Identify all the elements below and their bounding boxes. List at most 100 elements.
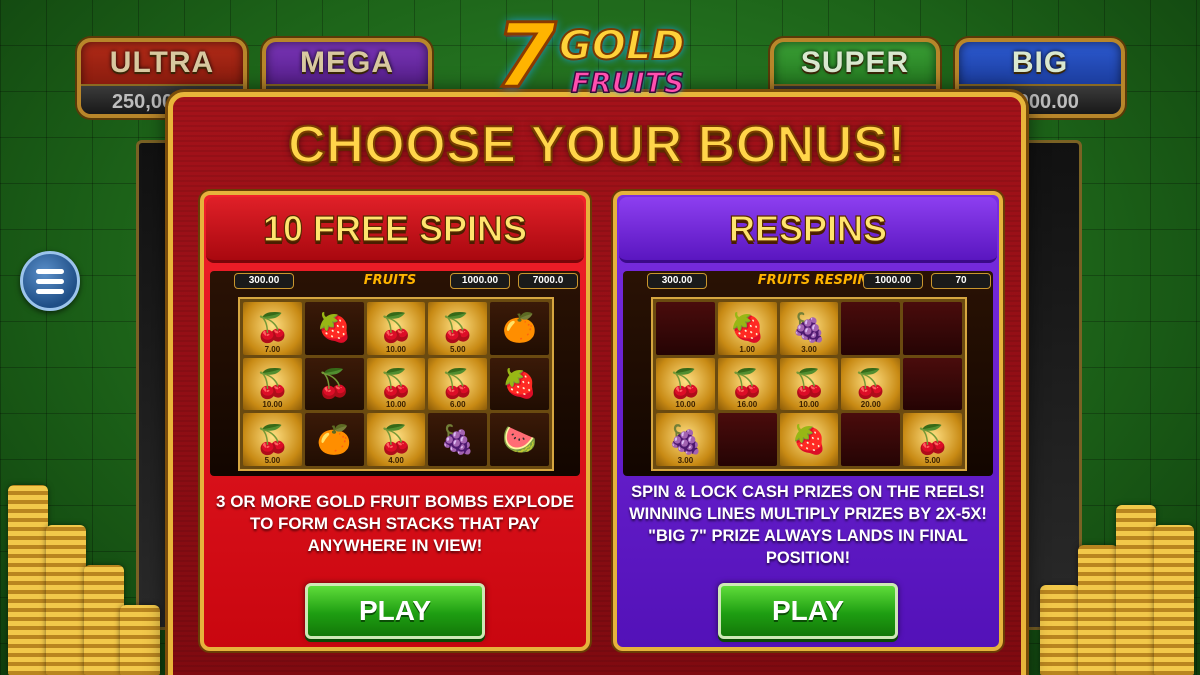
cell-prize-value: 6.00 xyxy=(450,400,466,410)
free-spins-preview-image: 300.00 FRUITS 1000.00 7000.0 🍒 7.00 🍓 🍒 10.0… xyxy=(210,271,580,476)
jackpot-super-title: SUPER xyxy=(800,46,910,79)
reel-cell: 🍒 20.00 xyxy=(841,357,901,411)
respins-panel[interactable]: RESPINS 300.00 FRUITS RESPIN 1000.00 70 … xyxy=(613,191,1003,651)
cell-prize-value: 4.00 xyxy=(388,456,404,465)
preview-jackpot: 300.00 xyxy=(647,273,707,289)
fruit-symbol-icon: 🍒 xyxy=(440,367,476,399)
coin-stack xyxy=(8,485,48,675)
jackpot-ultra-title: ULTRA xyxy=(109,46,215,79)
cell-prize-value: 5.00 xyxy=(924,456,941,465)
cell-prize-value: 10.00 xyxy=(385,400,406,410)
hamburger-menu-icon xyxy=(36,288,64,294)
fruit-symbol-icon: 🍓 xyxy=(316,312,352,344)
reel-cell: 🍒 10.00 xyxy=(366,357,426,411)
cell-prize-value: 10.00 xyxy=(262,400,283,410)
respins-description: SPIN & LOCK CASH PRIZES ON THE REELS! WI… xyxy=(629,483,987,567)
preview-jackpot: 1000.00 xyxy=(863,273,923,289)
reel-cell xyxy=(841,413,901,466)
reel-cell: 🍒 5.00 xyxy=(903,413,962,466)
logo-seven: 7 xyxy=(493,4,557,107)
coin-stack xyxy=(1154,525,1194,675)
preview-jackpot: 70 xyxy=(931,273,991,289)
coin-stack xyxy=(1078,545,1118,675)
free-spins-reel-grid: 🍒 7.00 🍓 🍒 10.00 🍒 5.00 🍊 🍒 10.00 🍒 🍒 10.00 🍒 6.00 🍓 🍒 5.… xyxy=(238,297,554,471)
coin-stack xyxy=(1040,585,1080,675)
modal-title: CHOOSE YOUR BONUS! xyxy=(287,115,906,175)
preview-jackpot-row: 300.00 FRUITS RESPIN 1000.00 70 xyxy=(623,271,993,291)
fruit-symbol-icon: 🍒 xyxy=(254,423,290,455)
fruit-symbol-icon: 🍒 xyxy=(729,367,765,399)
coin-pile-right xyxy=(1030,475,1200,675)
fruit-symbol-icon: 🍒 xyxy=(853,367,889,399)
reel-cell: 🍒 10.00 xyxy=(366,302,426,355)
fruit-symbol-icon: 🍓 xyxy=(791,423,827,455)
preview-jackpot: 1000.00 xyxy=(450,273,510,289)
reel-cell: 🍒 4.00 xyxy=(366,413,426,466)
fruit-symbol-icon: 🍒 xyxy=(378,423,414,455)
cell-prize-value: 1.00 xyxy=(739,344,755,354)
fruit-symbol-icon: 🍓 xyxy=(502,367,538,399)
jackpot-mega-title: MEGA xyxy=(300,46,394,79)
cell-prize-value: 3.00 xyxy=(677,456,694,465)
reel-cell xyxy=(903,302,962,355)
fruit-symbol-icon: 🍇 xyxy=(667,423,703,455)
free-spins-panel[interactable]: 10 FREE SPINS 300.00 FRUITS 1000.00 7000… xyxy=(200,191,590,651)
reel-cell: 🍊 xyxy=(490,302,549,355)
reel-cell: 🍒 5.00 xyxy=(428,302,488,355)
fruit-symbol-icon: 🍉 xyxy=(502,423,538,455)
reel-cell: 🍊 xyxy=(304,413,364,466)
preview-jackpot-row: 300.00 FRUITS 1000.00 7000.0 xyxy=(210,271,580,291)
fruit-symbol-icon: 🍒 xyxy=(791,367,827,399)
reel-cell xyxy=(903,357,962,411)
respins-header: RESPINS xyxy=(619,197,997,263)
coin-stack xyxy=(1116,505,1156,675)
cell-prize-value: 10.00 xyxy=(385,344,406,354)
coin-stack xyxy=(46,525,86,675)
coin-stack xyxy=(120,605,160,675)
cell-prize-value: 10.00 xyxy=(798,400,819,410)
fruit-symbol-icon: 🍊 xyxy=(316,423,352,455)
reel-cell: 🍒 6.00 xyxy=(428,357,488,411)
reel-cell: 🍇 xyxy=(428,413,488,466)
reel-cell: 🍒 5.00 xyxy=(243,413,302,466)
hamburger-menu-icon xyxy=(36,268,64,274)
cell-prize-value: 3.00 xyxy=(801,344,817,354)
coin-stack xyxy=(84,565,124,675)
fruit-symbol-icon: 🍒 xyxy=(254,367,290,399)
preview-jackpot: 300.00 xyxy=(234,273,294,289)
reel-cell: 🍒 xyxy=(304,357,364,411)
reel-cell: 🍒 10.00 xyxy=(656,357,715,411)
fruit-symbol-icon: 🍒 xyxy=(254,312,290,344)
menu-button[interactable] xyxy=(20,251,80,311)
fruit-symbol-icon: 🍒 xyxy=(915,423,951,455)
free-spins-description: 3 OR MORE GOLD FRUIT BOMBS EXPLODE TO FO… xyxy=(216,492,574,555)
fruit-symbol-icon: 🍇 xyxy=(440,423,476,455)
reel-cell: 🍓 xyxy=(304,302,364,355)
reel-cell: 🍓 xyxy=(490,357,549,411)
game-logo: 7 GOLD FRUITS xyxy=(493,4,705,107)
cell-prize-value: 20.00 xyxy=(860,400,881,410)
respins-reel-grid: 🍓 1.00 🍇 3.00 🍒 10.00 🍒 16.00 🍒 10.00 🍒 20.00 🍇 3.00 🍓… xyxy=(651,297,967,471)
reel-cell xyxy=(841,302,901,355)
choose-bonus-modal: CHOOSE YOUR BONUS! 10 FREE SPINS 300.00 … xyxy=(168,92,1026,675)
fruit-symbol-icon: 🍒 xyxy=(316,367,352,399)
respins-preview-image: 300.00 FRUITS RESPIN 1000.00 70 🍓 1.00 🍇 3.… xyxy=(623,271,993,476)
respins-play-button[interactable]: PLAY xyxy=(718,583,898,639)
cell-prize-value: 7.00 xyxy=(264,344,281,354)
reel-cell: 🍇 3.00 xyxy=(656,413,715,466)
cell-prize-value: 10.00 xyxy=(675,400,696,410)
fruit-symbol-icon: 🍊 xyxy=(502,312,538,344)
free-spins-play-button[interactable]: PLAY xyxy=(305,583,485,639)
cell-prize-value: 5.00 xyxy=(264,456,281,465)
preview-jackpot: 7000.0 xyxy=(518,273,578,289)
jackpot-big-title: BIG xyxy=(1011,46,1069,79)
preview-logo: FRUITS RESPIN xyxy=(757,273,869,288)
reel-cell: 🍒 7.00 xyxy=(243,302,302,355)
hamburger-menu-icon xyxy=(36,278,64,284)
reel-cell: 🍓 1.00 xyxy=(717,302,777,355)
logo-fruits: FRUITS xyxy=(570,66,685,99)
fruit-symbol-icon: 🍒 xyxy=(378,367,414,399)
reel-cell: 🍒 10.00 xyxy=(779,357,839,411)
reel-cell: 🍇 3.00 xyxy=(779,302,839,355)
fruit-symbol-icon: 🍒 xyxy=(440,312,476,344)
